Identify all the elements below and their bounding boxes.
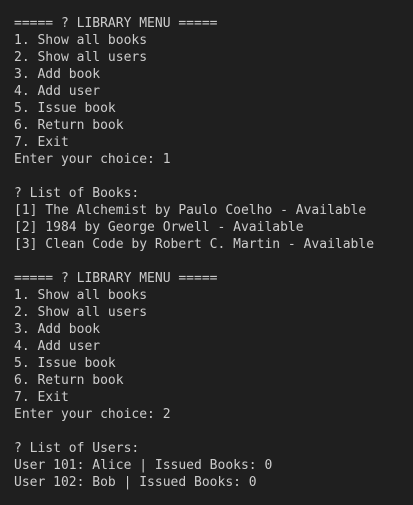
menu-option-add-book: 3. Add book [14, 322, 101, 337]
menu-option-show-books: 1. Show all books [14, 288, 148, 303]
choice-prompt: Enter your choice: 1 [14, 152, 171, 167]
menu-option-issue-book: 5. Issue book [14, 356, 116, 371]
book-list-item: [3] Clean Code by Robert C. Martin - Ava… [14, 237, 375, 252]
menu-option-exit: 7. Exit [14, 135, 69, 150]
menu-option-return-book: 6. Return book [14, 118, 124, 133]
books-heading: ? List of Books: [14, 186, 140, 201]
terminal-output[interactable]: ===== ? LIBRARY MENU ===== 1. Show all b… [0, 0, 413, 505]
menu-header: ===== ? LIBRARY MENU ===== [14, 271, 218, 286]
users-heading: ? List of Users: [14, 441, 140, 456]
book-list-item: [1] The Alchemist by Paulo Coelho - Avai… [14, 203, 367, 218]
user-list-item: User 101: Alice | Issued Books: 0 [14, 458, 273, 473]
menu-option-add-user: 4. Add user [14, 84, 101, 99]
menu-option-show-books: 1. Show all books [14, 33, 148, 48]
user-list-item: User 102: Bob | Issued Books: 0 [14, 475, 257, 490]
menu-option-exit: 7. Exit [14, 390, 69, 405]
menu-option-issue-book: 5. Issue book [14, 101, 116, 116]
menu-header: ===== ? LIBRARY MENU ===== [14, 16, 218, 31]
book-list-item: [2] 1984 by George Orwell - Available [14, 220, 304, 235]
menu-option-add-book: 3. Add book [14, 67, 101, 82]
menu-option-return-book: 6. Return book [14, 373, 124, 388]
menu-option-add-user: 4. Add user [14, 339, 101, 354]
choice-prompt: Enter your choice: 2 [14, 407, 171, 422]
menu-option-show-users: 2. Show all users [14, 305, 148, 320]
menu-option-show-users: 2. Show all users [14, 50, 148, 65]
